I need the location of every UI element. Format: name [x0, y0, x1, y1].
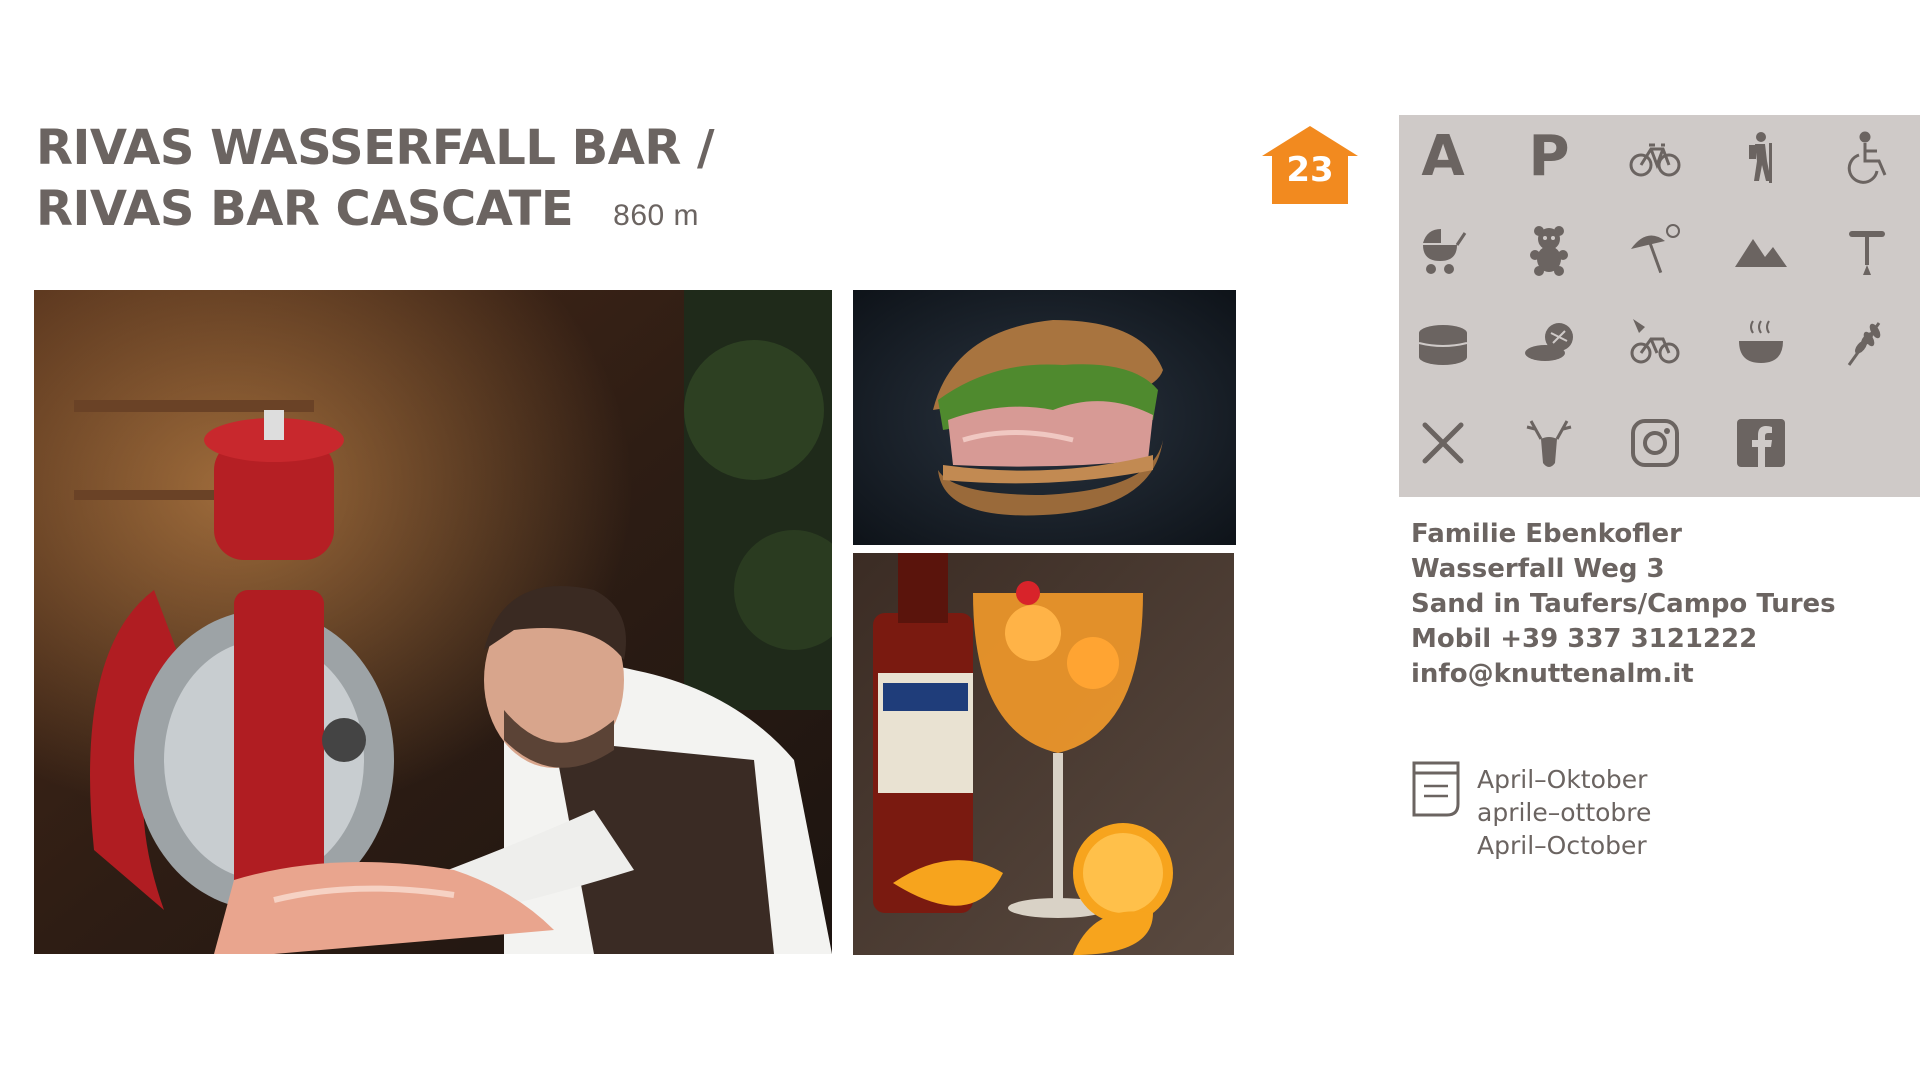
facebook-icon	[1731, 413, 1791, 473]
contact-name: Familie Ebenkofler	[1411, 519, 1682, 549]
bicycle-icon	[1625, 127, 1685, 187]
pastry-icon	[1519, 311, 1579, 371]
contact-town: Sand in Taufers/Campo Tures	[1411, 589, 1836, 619]
title-line-1: RIVAS WASSERFALL BAR /	[36, 120, 715, 176]
contact-street: Wasserfall Weg 3	[1411, 554, 1665, 584]
letter-p-icon: P	[1519, 127, 1579, 187]
letter-p-label: P	[1528, 124, 1570, 189]
title-line-2: RIVAS BAR CASCATE 860 m	[36, 179, 936, 246]
season-en: April–October	[1477, 831, 1647, 860]
instagram-icon	[1625, 413, 1685, 473]
bartender-slicer-photo	[34, 290, 832, 954]
stroller-icon	[1413, 219, 1473, 279]
cutlery-icon	[1413, 413, 1473, 473]
spritz-photo	[853, 553, 1234, 955]
sandwich-photo	[853, 290, 1236, 545]
cake-icon	[1413, 311, 1473, 371]
sun-umbrella-icon	[1625, 219, 1685, 279]
letter-a-icon: A	[1413, 127, 1473, 187]
season-de: April–Oktober	[1477, 765, 1648, 794]
ebike-icon	[1625, 311, 1685, 371]
letter-a-label: A	[1421, 124, 1465, 189]
season-block: April–Oktober aprile–ottobre April–Octob…	[1477, 763, 1651, 862]
title-line-2-text: RIVAS BAR CASCATE	[36, 181, 574, 237]
badge-number: 23	[1286, 150, 1334, 190]
page-title: RIVAS WASSERFALL BAR / RIVAS BAR CASCATE…	[36, 118, 936, 246]
hiker-icon	[1731, 127, 1791, 187]
contact-phone[interactable]: Mobil +39 337 3121222	[1411, 622, 1911, 657]
mountains-icon	[1731, 219, 1791, 279]
amenity-icons-panel: A P	[1399, 115, 1920, 497]
soup-bowl-icon	[1731, 311, 1791, 371]
calendar-icon	[1412, 761, 1460, 817]
contact-email[interactable]: info@knuttenalm.it	[1411, 657, 1911, 692]
deer-icon	[1519, 413, 1579, 473]
altitude-label: 860 m	[613, 199, 700, 232]
season-it: aprile–ottobre	[1477, 798, 1652, 827]
grain-icon	[1837, 311, 1897, 371]
teddy-bear-icon	[1519, 219, 1579, 279]
number-badge: 23	[1262, 126, 1358, 204]
corkscrew-icon	[1837, 219, 1897, 279]
wheelchair-icon	[1837, 127, 1897, 187]
contact-block: Familie Ebenkofler Wasserfall Weg 3 Sand…	[1411, 517, 1911, 692]
